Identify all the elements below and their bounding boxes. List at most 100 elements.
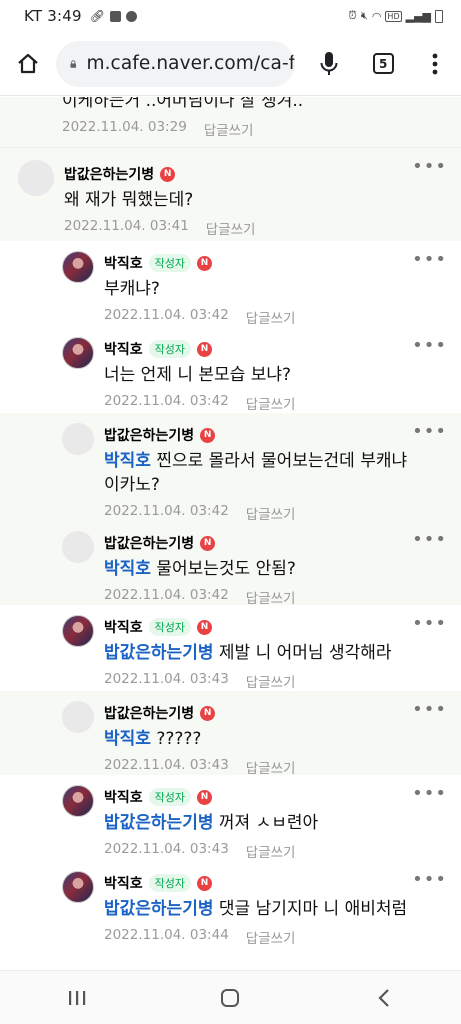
comment-text: 너는 언제 니 본모습 보냐? xyxy=(104,365,292,385)
more-options-button[interactable]: ••• xyxy=(412,615,447,633)
browser-toolbar: m.cafe.naver.com/ca-f 5 xyxy=(0,32,461,96)
new-badge: N xyxy=(197,255,213,271)
more-options-button[interactable]: ••• xyxy=(412,701,447,719)
new-badge: N xyxy=(200,427,216,443)
url-text: m.cafe.naver.com/ca-f xyxy=(86,53,296,74)
recent-apps-button[interactable] xyxy=(47,971,107,1024)
new-badge: N xyxy=(197,619,213,635)
reply-button[interactable]: 답글쓰기 xyxy=(246,503,296,523)
avatar[interactable] xyxy=(62,701,94,733)
comment-timestamp: 2022.11.04. 03:29 xyxy=(62,119,187,135)
comment-item: 밥값은하는기병 N 왜 재가 뭐했는데? 2022.11.04. 03:41 답… xyxy=(0,147,461,241)
mention-link[interactable]: 박직호 xyxy=(104,451,151,471)
reply-button[interactable]: 답글쓰기 xyxy=(246,671,296,691)
avatar[interactable] xyxy=(62,531,94,563)
system-navigation-bar xyxy=(0,970,461,1024)
notification-icons: 🔗︎ xyxy=(90,9,137,23)
home-button[interactable] xyxy=(0,32,56,96)
new-badge: N xyxy=(160,166,176,182)
new-badge: N xyxy=(197,875,213,891)
alarm-icon: ⏰︎ xyxy=(348,9,357,22)
reply-button[interactable]: 답글쓰기 xyxy=(204,119,254,139)
avatar[interactable] xyxy=(62,337,94,369)
lock-icon xyxy=(70,59,76,68)
reply-button[interactable]: 답글쓰기 xyxy=(246,841,296,861)
mention-link[interactable]: 박직호 xyxy=(104,729,151,749)
reply-button[interactable]: 답글쓰기 xyxy=(206,218,256,238)
comment-text: 밥값은하는기병 꺼져 ㅅㅂ련아 xyxy=(104,811,415,835)
comment-body: 물어보는것도 안됨? xyxy=(150,559,296,579)
author-badge: 작성자 xyxy=(148,254,192,272)
comment-body: 꺼져 ㅅㅂ련아 xyxy=(213,813,319,833)
more-options-button[interactable]: ••• xyxy=(412,785,447,803)
new-badge: N xyxy=(200,705,216,721)
microphone-icon xyxy=(320,51,338,75)
avatar[interactable] xyxy=(62,615,94,647)
avatar[interactable] xyxy=(62,423,94,455)
comment-item: 박직호 작성자 N 너는 언제 니 본모습 보냐? 2022.11.04. 03… xyxy=(0,327,461,413)
comment-timestamp: 2022.11.04. 03:43 xyxy=(104,757,229,773)
more-options-button[interactable]: ••• xyxy=(412,423,447,441)
comment-text: 박직호 물어보는것도 안됨? xyxy=(104,557,415,581)
comment-author[interactable]: 박직호 xyxy=(104,787,143,807)
mention-link[interactable]: 밥값은하는기병 xyxy=(104,813,213,833)
mention-link[interactable]: 밥값은하는기병 xyxy=(104,899,213,919)
reply-button[interactable]: 답글쓰기 xyxy=(246,393,296,413)
home-nav-button[interactable] xyxy=(200,971,260,1024)
mention-link[interactable]: 박직호 xyxy=(104,559,151,579)
more-options-button[interactable]: ••• xyxy=(412,871,447,889)
comment-author[interactable]: 박직호 xyxy=(104,253,143,273)
comment-text: 박직호 찐으로 몰라서 물어보는건데 부캐냐 이카노? xyxy=(104,449,415,497)
comment-item: 박직호 작성자 N 부캐냐? 2022.11.04. 03:42 답글쓰기 ••… xyxy=(0,241,461,327)
address-bar[interactable]: m.cafe.naver.com/ca-f xyxy=(55,40,296,87)
comment-author[interactable]: 박직호 xyxy=(104,339,143,359)
new-badge: N xyxy=(197,341,213,357)
comment-item: 밥값은하는기병 N 박직호 찐으로 몰라서 물어보는건데 부캐냐 이카노? 20… xyxy=(0,413,461,523)
comment-timestamp: 2022.11.04. 03:42 xyxy=(104,587,229,603)
status-bar: KT 3:49 🔗︎ ⏰︎ 🔇︎ ◠ HD ▂▄▆ xyxy=(0,0,461,32)
author-badge: 작성자 xyxy=(148,618,192,636)
author-badge: 작성자 xyxy=(148,874,192,892)
comment-item: 박직호 작성자 N 밥값은하는기병 제발 니 어머님 생각해라 2022.11.… xyxy=(0,605,461,691)
comment-item: 박직호 작성자 N 밥값은하는기병 댓글 남기지마 니 애비처럼 2022.11… xyxy=(0,861,461,951)
avatar[interactable] xyxy=(62,251,94,283)
status-time: KT 3:49 xyxy=(24,7,82,25)
more-options-button[interactable]: ••• xyxy=(412,158,447,176)
avatar[interactable] xyxy=(18,160,54,196)
comment-author[interactable]: 박직호 xyxy=(104,873,143,893)
comment-author[interactable]: 밥값은하는기병 xyxy=(104,425,194,445)
comment-timestamp: 2022.11.04. 03:41 xyxy=(64,218,189,234)
comment-text: 이케하는거 ..어머님이나 잘 챙겨.. xyxy=(62,97,304,111)
battery-icon xyxy=(435,9,443,23)
comment-text: 밥값은하는기병 댓글 남기지마 니 애비처럼 xyxy=(104,897,415,921)
recent-apps-icon xyxy=(68,990,86,1005)
reply-button[interactable]: 답글쓰기 xyxy=(246,587,296,607)
reply-button[interactable]: 답글쓰기 xyxy=(246,307,296,327)
mention-link[interactable]: 밥값은하는기병 xyxy=(104,643,213,663)
more-vertical-icon xyxy=(432,53,438,74)
more-options-button[interactable]: ••• xyxy=(412,251,447,269)
reply-button[interactable]: 답글쓰기 xyxy=(246,757,296,777)
reply-button[interactable]: 답글쓰기 xyxy=(246,927,296,947)
avatar[interactable] xyxy=(62,785,94,817)
home-icon xyxy=(18,53,38,73)
more-options-button[interactable]: ••• xyxy=(412,531,447,549)
browser-menu-button[interactable] xyxy=(409,32,461,96)
wifi-icon: ◠ xyxy=(371,9,382,23)
link-icon: 🔗︎ xyxy=(89,9,105,23)
comment-author[interactable]: 박직호 xyxy=(104,617,143,637)
voice-search-button[interactable] xyxy=(301,32,357,96)
comment-text: 왜 재가 뭐했는데? xyxy=(64,190,194,210)
comment-item: 박직호 작성자 N 밥값은하는기병 꺼져 ㅅㅂ련아 2022.11.04. 03… xyxy=(0,775,461,861)
tab-count: 5 xyxy=(372,53,394,74)
home-circle-icon xyxy=(221,988,240,1007)
avatar[interactable] xyxy=(62,871,94,903)
comment-author[interactable]: 밥값은하는기병 xyxy=(104,703,194,723)
tab-switcher-button[interactable]: 5 xyxy=(357,32,409,96)
more-options-button[interactable]: ••• xyxy=(412,337,447,355)
comment-author[interactable]: 밥값은하는기병 xyxy=(64,164,154,184)
comment-author[interactable]: 밥값은하는기병 xyxy=(104,533,194,553)
comment-body: ????? xyxy=(150,729,202,749)
comment-list: 이케하는거 ..어머님이나 잘 챙겨.. 2022.11.04. 03:29 답… xyxy=(0,97,461,970)
back-button[interactable] xyxy=(354,971,414,1024)
